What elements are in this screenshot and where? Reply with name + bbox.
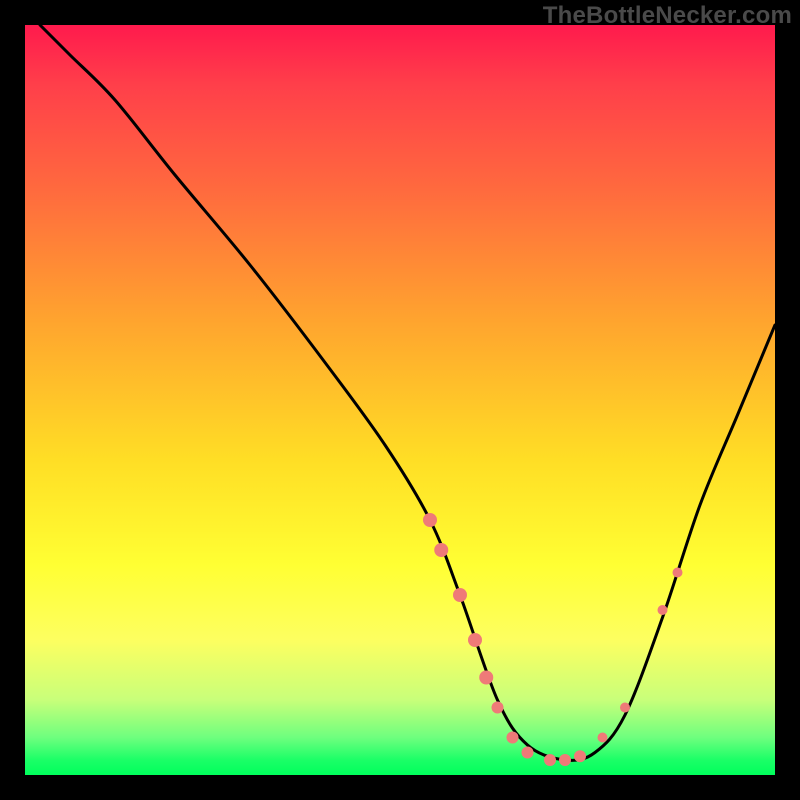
marker-dot: [658, 605, 668, 615]
watermark-text: TheBottleNecker.com: [543, 2, 792, 30]
marker-dot: [574, 750, 586, 762]
marker-dot: [673, 568, 683, 578]
marker-dot: [479, 671, 493, 685]
marker-dot: [507, 732, 519, 744]
curve-line: [40, 25, 775, 760]
marker-dot: [620, 703, 630, 713]
marker-dot: [598, 733, 608, 743]
marker-points: [423, 513, 683, 766]
marker-dot: [522, 747, 534, 759]
marker-dot: [453, 588, 467, 602]
marker-dot: [559, 754, 571, 766]
marker-dot: [492, 702, 504, 714]
marker-dot: [434, 543, 448, 557]
chart-frame: [25, 25, 775, 775]
marker-dot: [423, 513, 437, 527]
marker-dot: [468, 633, 482, 647]
chart-svg: [25, 25, 775, 775]
marker-dot: [544, 754, 556, 766]
